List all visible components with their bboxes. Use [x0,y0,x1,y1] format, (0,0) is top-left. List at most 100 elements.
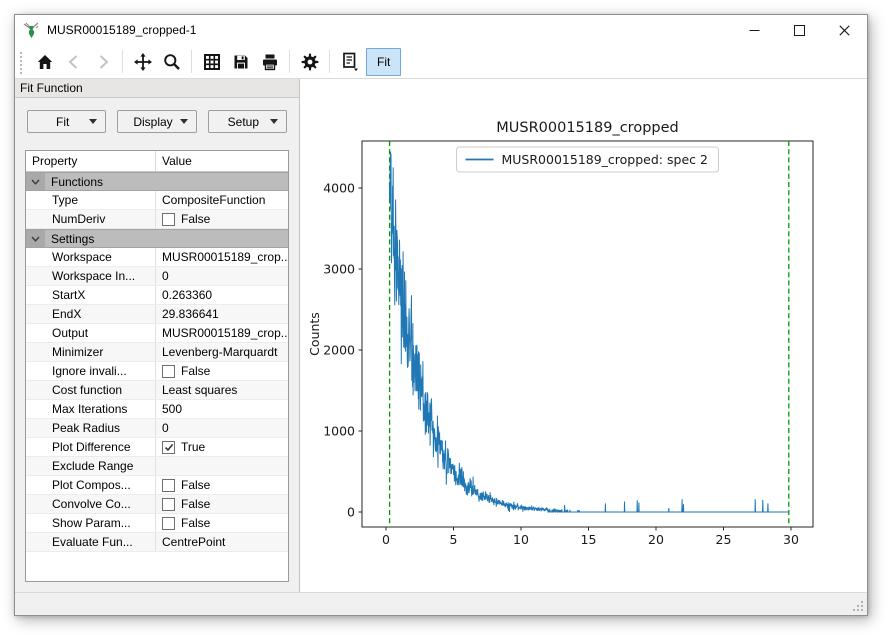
customize-button[interactable] [295,48,324,76]
property-name: Workspace [26,248,156,266]
table-header: Property Value [26,151,288,172]
forward-arrow-icon [93,52,113,72]
toolbar-drag-handle[interactable] [18,50,24,74]
y-axis-label: Counts [307,312,322,356]
figure[interactable]: MUSR00015189_cropped05101520253001000200… [300,79,867,592]
property-value[interactable]: 29.836641 [156,305,288,323]
property-row[interactable]: Plot Compos...False [26,476,288,495]
checkbox[interactable] [162,213,175,226]
zoom-icon [162,52,182,72]
group-row-settings[interactable]: Settings [26,229,288,248]
resize-grip[interactable] [852,600,864,612]
property-value[interactable] [156,457,288,475]
checkbox[interactable] [162,365,175,378]
fit-menu-button[interactable]: Fit [27,110,106,133]
fit-menu-label: Fit [56,115,69,129]
property-value[interactable]: Levenberg-Marquardt [156,343,288,361]
group-row-functions[interactable]: Functions [26,172,288,191]
property-row[interactable]: Convolve Co...False [26,495,288,514]
property-value[interactable]: 500 [156,400,288,418]
y-tick-label: 1000 [323,424,355,439]
property-value[interactable]: CentrePoint [156,533,288,551]
group-label: Functions [45,175,103,189]
property-value[interactable]: 0 [156,419,288,437]
property-row[interactable]: Ignore invali...False [26,362,288,381]
checkbox[interactable] [162,479,175,492]
property-value[interactable]: False [156,514,288,532]
property-row[interactable]: Peak Radius0 [26,419,288,438]
customize-gear-icon [300,52,320,72]
property-row[interactable]: StartX0.263360 [26,286,288,305]
x-tick-label: 25 [716,532,732,547]
property-value[interactable]: False [156,476,288,494]
y-tick-label: 0 [347,505,355,520]
legend[interactable]: MUSR00015189_cropped: spec 2 [457,147,719,172]
property-row[interactable]: OutputMUSR00015189_crop... [26,324,288,343]
chevron-down-icon [89,119,97,124]
property-name: Show Param... [26,514,156,532]
property-name: Output [26,324,156,342]
property-value[interactable]: False [156,495,288,513]
property-row[interactable]: Exclude Range [26,457,288,476]
forward-button[interactable] [88,48,117,76]
display-menu-button[interactable]: Display [117,110,196,133]
print-button[interactable] [255,48,284,76]
maximize-button[interactable] [777,15,822,45]
x-tick-label: 5 [450,532,458,547]
property-value[interactable]: False [156,362,288,380]
column-header-value: Value [156,151,288,171]
property-row[interactable]: Plot DifferenceTrue [26,438,288,457]
property-value[interactable]: True [156,438,288,456]
property-row[interactable]: Show Param...False [26,514,288,533]
property-row[interactable]: EndX29.836641 [26,305,288,324]
fit-function-dock: Fit Function Fit Display Setup [15,79,300,592]
checkbox[interactable] [162,517,175,530]
home-button[interactable] [30,48,59,76]
property-row[interactable]: Workspace In...0 [26,267,288,286]
fit-toggle-button[interactable]: Fit [366,48,401,76]
setup-menu-button[interactable]: Setup [208,110,287,133]
back-button[interactable] [59,48,88,76]
mantid-logo-icon [23,21,41,39]
chevron-down-icon [180,119,188,124]
toolbar-separator [122,50,123,73]
property-row[interactable]: NumDeriv False [26,210,288,229]
titlebar[interactable]: MUSR00015189_cropped-1 [15,15,867,45]
property-row[interactable]: Cost functionLeast squares [26,381,288,400]
property-value[interactable]: Least squares [156,381,288,399]
property-row[interactable]: Max Iterations500 [26,400,288,419]
property-value[interactable]: CompositeFunction [156,191,288,209]
property-row[interactable]: TypeCompositeFunction [26,191,288,210]
save-button[interactable] [226,48,255,76]
axes-frame [362,141,813,527]
window-title: MUSR00015189_cropped-1 [47,23,196,37]
property-row[interactable]: MinimizerLevenberg-Marquardt [26,343,288,362]
checkbox-label: False [181,212,210,226]
property-row[interactable]: WorkspaceMUSR00015189_crop... [26,248,288,267]
grid-options-button[interactable] [197,48,226,76]
generate-script-button[interactable] [335,48,364,76]
fit-property-browser: Property Value Functions TypeCompositeFun… [25,150,289,582]
property-name: Type [26,191,156,209]
close-button[interactable] [822,15,867,45]
property-value[interactable]: 0.263360 [156,286,288,304]
collapse-chevron-icon[interactable] [26,173,45,190]
zoom-button[interactable] [157,48,186,76]
property-name: NumDeriv [26,210,156,228]
spectrum-line [389,152,788,512]
main-content: Fit Function Fit Display Setup [15,79,867,592]
plot-canvas[interactable]: MUSR00015189_cropped05101520253001000200… [300,79,867,592]
checkbox[interactable] [162,441,175,454]
property-name: StartX [26,286,156,304]
checkbox[interactable] [162,498,175,511]
x-tick-label: 20 [648,532,664,547]
property-value[interactable]: MUSR00015189_crop... [156,324,288,342]
pan-button[interactable] [128,48,157,76]
property-row[interactable]: Evaluate Fun...CentrePoint [26,533,288,552]
plot-title: MUSR00015189_cropped [496,120,678,136]
property-value[interactable]: False [156,210,288,228]
property-value[interactable]: MUSR00015189_crop... [156,248,288,266]
property-value[interactable]: 0 [156,267,288,285]
collapse-chevron-icon[interactable] [26,230,45,247]
minimize-button[interactable] [732,15,777,45]
